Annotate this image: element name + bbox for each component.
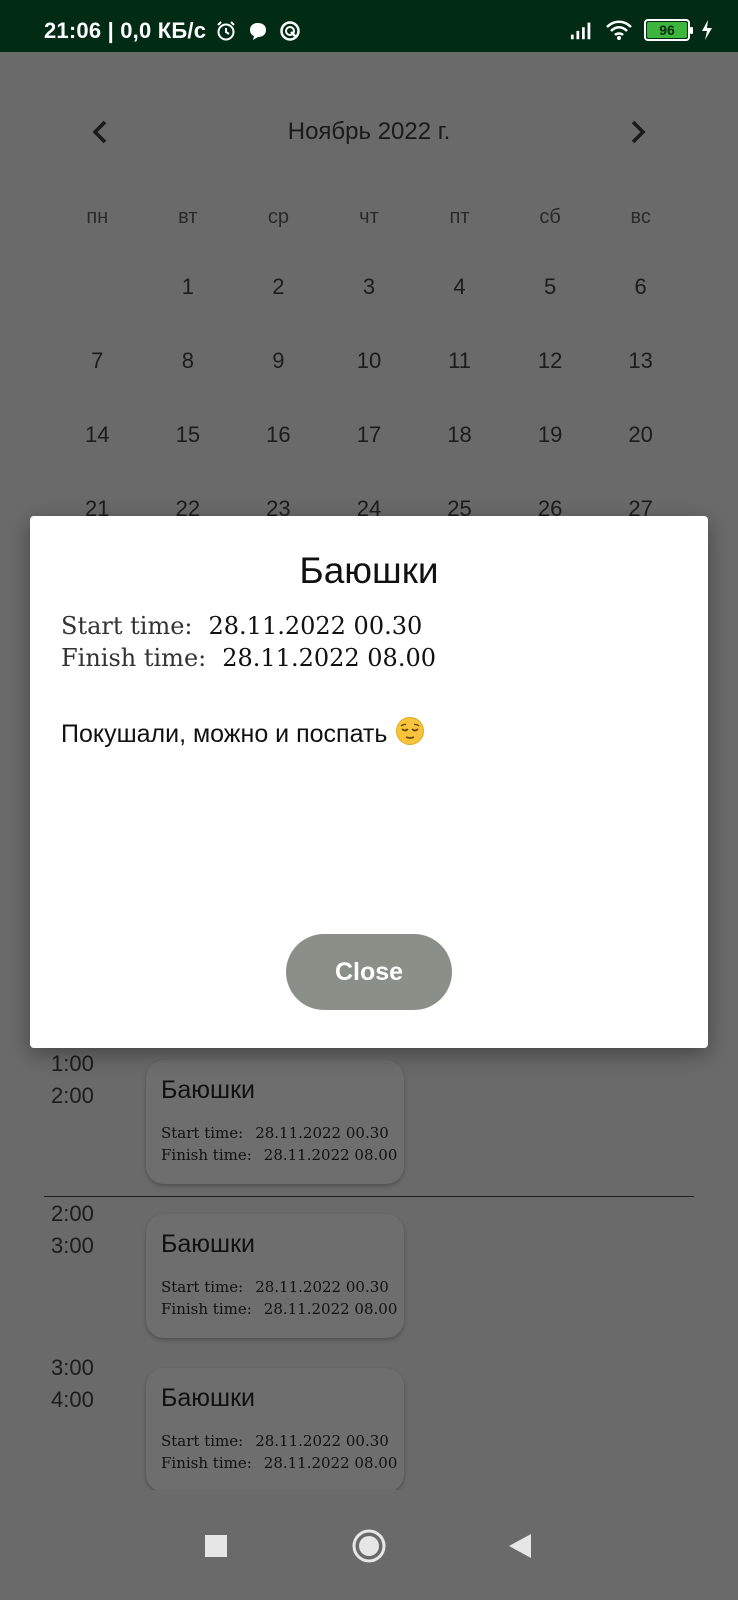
calendar-day[interactable]: 9 — [233, 342, 324, 416]
slot-start-time: 1:00 — [51, 1051, 94, 1076]
circle-icon — [352, 1529, 386, 1563]
square-icon — [205, 1535, 227, 1557]
calendar-day[interactable]: 7 — [52, 342, 143, 416]
calendar-day[interactable]: 19 — [505, 416, 596, 490]
calendar-grid: пн вт ср чт пт сб вс 1 2 3 4 5 6 7 8 9 1… — [52, 198, 686, 564]
chat-icon — [246, 19, 270, 43]
status-time: 21:06 | 0,0 КБ/с — [44, 18, 207, 43]
calendar-day[interactable]: 2 — [233, 268, 324, 342]
calendar-day[interactable]: 11 — [414, 342, 505, 416]
event-finish-value: 28.11.2022 08.00 — [263, 1454, 398, 1472]
event-finish-label: Finish time: — [161, 1454, 252, 1472]
calendar-week: 14 15 16 17 18 19 20 — [52, 416, 686, 490]
event-start-line: Start time: 28.11.2022 00.30 — [161, 1124, 389, 1142]
slot-end-time: 4:00 — [51, 1387, 94, 1412]
calendar-day[interactable]: 8 — [143, 342, 234, 416]
chevron-right-icon — [631, 120, 646, 144]
weekday-label: пн — [86, 206, 109, 228]
slot-start-time: 3:00 — [51, 1355, 94, 1380]
status-left: 21:06 | 0,0 КБ/с — [44, 18, 302, 44]
dialog-start-value: 28.11.2022 00.30 — [208, 612, 423, 640]
dialog-start-line: Start time: 28.11.2022 00.30 — [61, 612, 422, 640]
event-start-label: Start time: — [161, 1278, 244, 1296]
relieved-face-icon — [395, 716, 425, 753]
event-start-line: Start time: 28.11.2022 00.30 — [161, 1432, 389, 1450]
slot-end-time: 2:00 — [51, 1083, 94, 1108]
calendar-day[interactable]: 20 — [595, 416, 686, 490]
weekday-label: ср — [267, 206, 289, 228]
event-finish-label: Finish time: — [161, 1300, 252, 1318]
event-finish-value: 28.11.2022 08.00 — [263, 1300, 398, 1318]
event-title: Баюшки — [161, 1076, 256, 1104]
calendar-day[interactable] — [52, 268, 143, 342]
event-title: Баюшки — [161, 1384, 256, 1412]
event-finish-line: Finish time: 28.11.2022 08.00 — [161, 1146, 397, 1164]
dialog-title: Баюшки — [299, 550, 439, 591]
calendar-day[interactable]: 12 — [505, 342, 596, 416]
calendar-day[interactable]: 6 — [595, 268, 686, 342]
event-card[interactable]: Баюшки Start time: 28.11.2022 00.30 Finis… — [146, 1060, 404, 1184]
dialog-start-label: Start time: — [61, 612, 193, 640]
weekday-label: чт — [359, 206, 379, 228]
dialog-finish-line: Finish time: 28.11.2022 08.00 — [61, 644, 436, 672]
calendar-day[interactable]: 1 — [143, 268, 234, 342]
weekday-row: пн вт ср чт пт сб вс — [52, 198, 686, 268]
event-card[interactable]: Баюшки Start time: 28.11.2022 00.30 Finis… — [146, 1368, 404, 1492]
next-month-button[interactable] — [620, 114, 656, 150]
calendar-day[interactable]: 16 — [233, 416, 324, 490]
calendar-week: 7 8 9 10 11 12 13 — [52, 342, 686, 416]
triangle-back-icon — [509, 1534, 531, 1558]
weekday-label: вт — [178, 206, 198, 228]
dialog-description: Покушали, можно и поспать — [61, 716, 425, 753]
calendar-day[interactable]: 3 — [324, 268, 415, 342]
calendar-header: Ноябрь 2022 г. — [0, 110, 738, 156]
close-button[interactable]: Close — [286, 934, 452, 1010]
battery-level: 96 — [659, 22, 675, 38]
calendar-day[interactable]: 18 — [414, 416, 505, 490]
slot-divider — [44, 1196, 694, 1197]
signal-icon — [570, 18, 594, 42]
calendar-day[interactable]: 17 — [324, 416, 415, 490]
description-text: Покушали, можно и поспать — [61, 720, 388, 748]
dialog-finish-label: Finish time: — [61, 644, 207, 672]
event-start-label: Start time: — [161, 1432, 244, 1450]
event-finish-label: Finish time: — [161, 1146, 252, 1164]
slot-start-time: 2:00 — [51, 1201, 94, 1226]
event-finish-line: Finish time: 28.11.2022 08.00 — [161, 1300, 397, 1318]
weekday-label: пт — [449, 206, 470, 228]
calendar-day[interactable]: 5 — [505, 268, 596, 342]
event-start-value: 28.11.2022 00.30 — [255, 1278, 389, 1296]
weekday-label: вс — [630, 206, 651, 228]
home-button[interactable] — [349, 1526, 389, 1566]
navigation-bar — [0, 1490, 738, 1600]
calendar-day[interactable]: 13 — [595, 342, 686, 416]
back-button[interactable] — [500, 1526, 540, 1566]
wifi-icon — [604, 18, 634, 42]
calendar-day[interactable]: 15 — [143, 416, 234, 490]
event-details-dialog: Баюшки Start time: 28.11.2022 00.30 Finis… — [30, 516, 708, 1048]
charging-icon — [700, 18, 714, 42]
calendar-day[interactable]: 14 — [52, 416, 143, 490]
event-title: Баюшки — [161, 1230, 256, 1258]
event-start-value: 28.11.2022 00.30 — [255, 1432, 389, 1450]
event-start-label: Start time: — [161, 1124, 244, 1142]
recents-button[interactable] — [196, 1526, 236, 1566]
event-card[interactable]: Баюшки Start time: 28.11.2022 00.30 Finis… — [146, 1214, 404, 1338]
alarm-icon — [214, 19, 238, 43]
sync-icon — [278, 19, 302, 43]
event-finish-line: Finish time: 28.11.2022 08.00 — [161, 1454, 397, 1472]
status-bar: 21:06 | 0,0 КБ/с 96 — [0, 0, 738, 52]
dialog-finish-value: 28.11.2022 08.00 — [222, 644, 436, 672]
slot-end-time: 3:00 — [51, 1233, 94, 1258]
calendar-day[interactable]: 4 — [414, 268, 505, 342]
event-finish-value: 28.11.2022 08.00 — [263, 1146, 398, 1164]
calendar-week: 1 2 3 4 5 6 — [52, 268, 686, 342]
battery-icon: 96 — [644, 19, 693, 41]
event-start-line: Start time: 28.11.2022 00.30 — [161, 1278, 389, 1296]
event-start-value: 28.11.2022 00.30 — [255, 1124, 389, 1142]
calendar-day[interactable]: 10 — [324, 342, 415, 416]
status-right: 96 — [570, 18, 714, 42]
weekday-label: сб — [539, 206, 561, 228]
